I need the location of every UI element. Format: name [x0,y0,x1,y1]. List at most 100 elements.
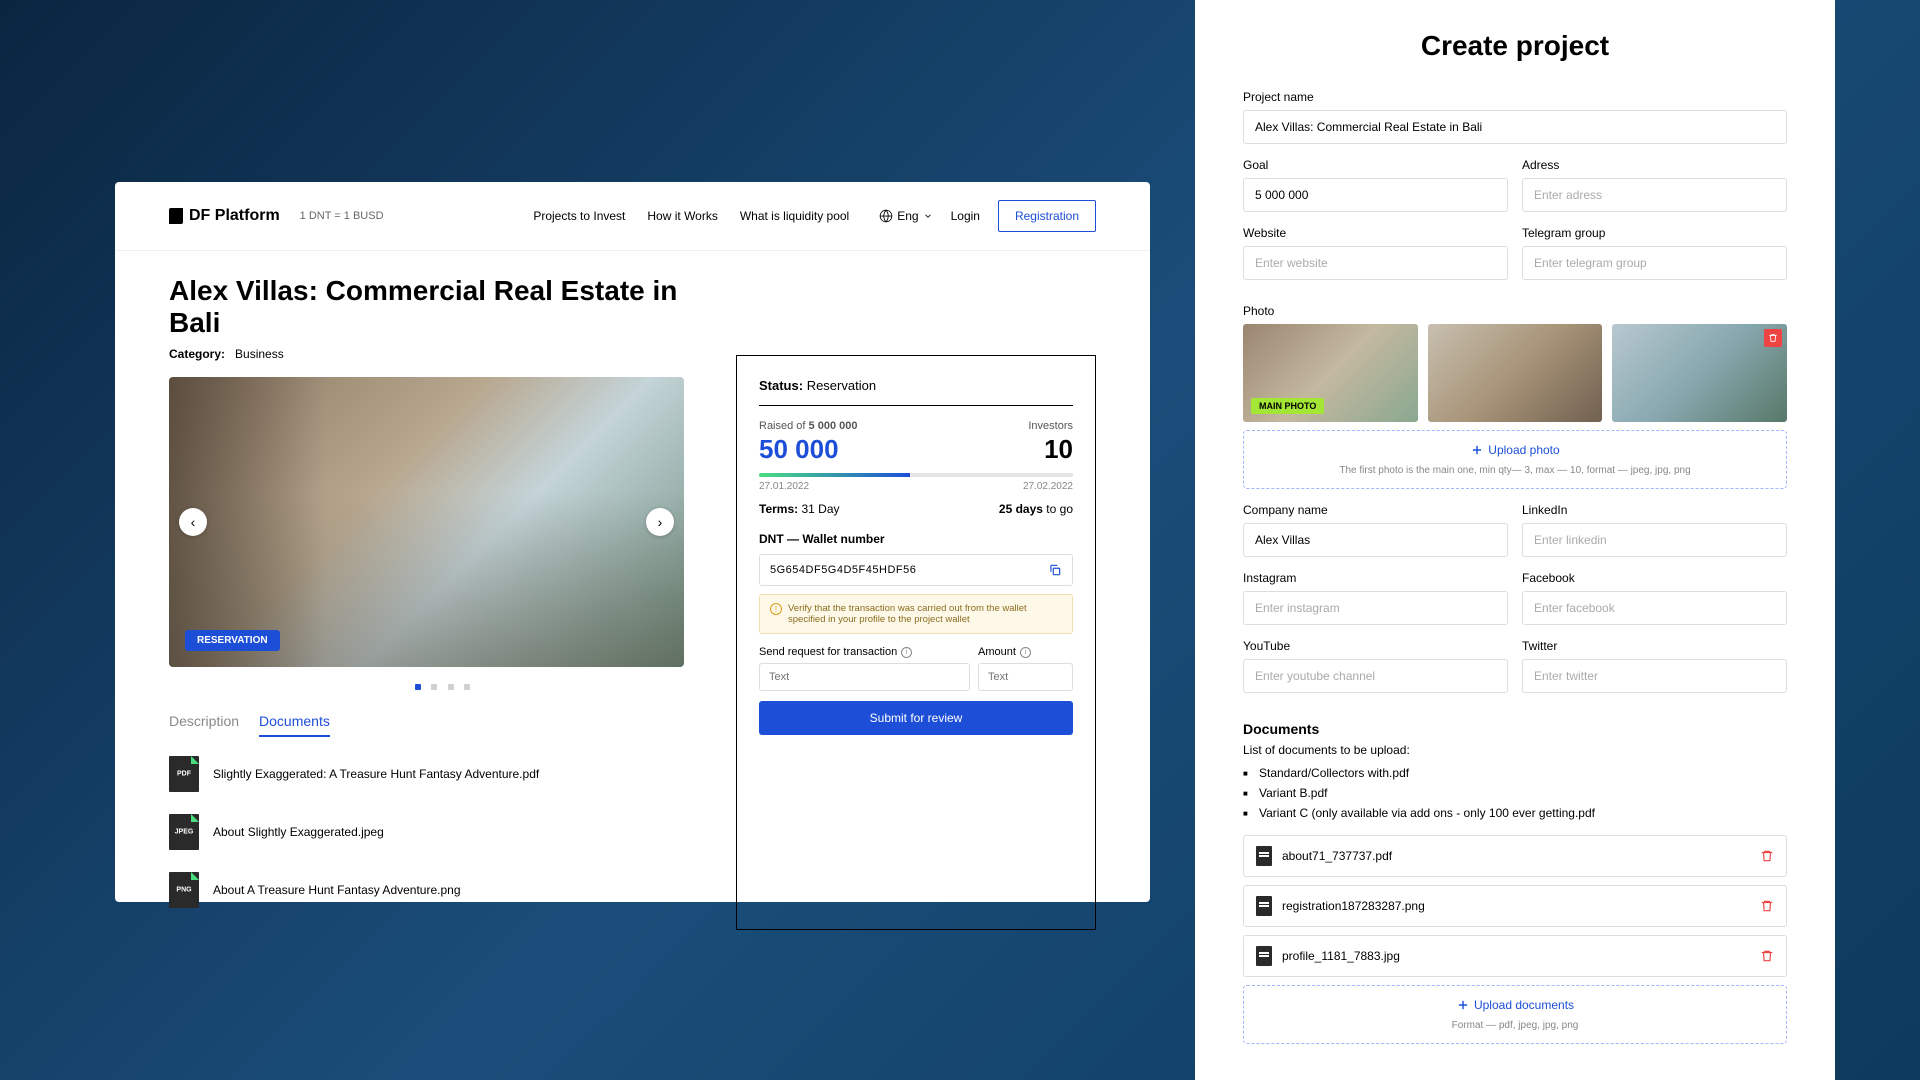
company-name-label: Company name [1243,503,1508,517]
submit-review-button[interactable]: Submit for review [759,701,1073,735]
amount-input[interactable] [978,663,1073,691]
terms-row: Terms: 31 Day 25 days to go [759,502,1073,516]
wallet-label: DNT — Wallet number [759,532,1073,546]
upload-documents-link[interactable]: Upload documents [1456,998,1574,1012]
linkedin-label: LinkedIn [1522,503,1787,517]
gallery-dot[interactable] [415,684,421,690]
website-input[interactable] [1243,246,1508,280]
photo-thumb-main[interactable]: MAIN PHOTO [1243,324,1418,422]
photo-thumb[interactable] [1428,324,1603,422]
gallery-dot[interactable] [431,684,437,690]
document-file-icon [1256,896,1272,916]
pdf-file-icon: PDF [169,756,199,792]
telegram-input[interactable] [1522,246,1787,280]
copy-icon[interactable] [1048,563,1062,577]
png-file-icon: PNG [169,872,199,908]
project-name-label: Project name [1243,90,1787,104]
twitter-label: Twitter [1522,639,1787,653]
website-group: Website [1243,226,1508,280]
dates-row: 27.01.2022 27.02.2022 [759,481,1073,492]
days-left: 25 days to go [999,502,1073,516]
delete-document-button[interactable] [1760,849,1774,863]
project-name-group: Project name [1243,90,1787,144]
status-value: Reservation [807,378,876,393]
company-name-input[interactable] [1243,523,1508,557]
language-label: Eng [897,209,918,223]
address-group: Adress [1522,158,1787,212]
reservation-badge: RESERVATION [185,630,280,651]
nav-projects[interactable]: Projects to Invest [533,209,625,223]
info-icon[interactable]: i [901,647,912,658]
navbar: DF Platform 1 DNT = 1 BUSD Projects to I… [115,182,1150,251]
facebook-input[interactable] [1522,591,1787,625]
document-file-name: about71_737737.pdf [1282,849,1750,863]
investors-label: Investors [1028,420,1073,432]
youtube-input[interactable] [1243,659,1508,693]
gallery-dot[interactable] [464,684,470,690]
upload-documents-hint: Format — pdf, jpeg, jpg, png [1256,1020,1774,1031]
project-name-input[interactable] [1243,110,1787,144]
document-file-name: profile_1181_7883.jpg [1282,949,1750,963]
project-category: Category: Business [169,347,716,361]
upload-photo-link[interactable]: Upload photo [1470,443,1559,457]
category-label: Category: [169,347,225,361]
tab-description[interactable]: Description [169,713,239,737]
upload-photo-zone[interactable]: Upload photo The first photo is the main… [1243,430,1787,489]
gallery-dot[interactable] [448,684,454,690]
linkedin-input[interactable] [1522,523,1787,557]
goal-label: Goal [1243,158,1508,172]
document-item[interactable]: PNG About A Treasure Hunt Fantasy Advent… [169,872,716,908]
documents-title: Documents [1243,721,1787,737]
delete-document-button[interactable] [1760,899,1774,913]
verify-notice: ! Verify that the transaction was carrie… [759,594,1073,634]
tabs: Description Documents [169,713,716,738]
delete-document-button[interactable] [1760,949,1774,963]
login-link[interactable]: Login [951,209,980,223]
twitter-input[interactable] [1522,659,1787,693]
document-file-name: registration187283287.png [1282,899,1750,913]
photo-gallery: ‹ › RESERVATION [169,377,684,667]
instagram-input[interactable] [1243,591,1508,625]
documents-subtitle: List of documents to be upload: [1243,743,1787,757]
document-list: PDF Slightly Exaggerated: A Treasure Hun… [169,756,716,908]
required-doc-item: Standard/Collectors with.pdf [1243,763,1787,783]
document-item[interactable]: JPEG About Slightly Exaggerated.jpeg [169,814,716,850]
logo-text: DF Platform [189,207,280,225]
project-content: Alex Villas: Commercial Real Estate in B… [115,251,1150,954]
document-name: About A Treasure Hunt Fantasy Adventure.… [213,883,461,897]
page-title: Alex Villas: Commercial Real Estate in B… [169,275,716,339]
main-photo-badge: MAIN PHOTO [1251,398,1324,414]
date-end: 27.02.2022 [1023,481,1073,492]
linkedin-group: LinkedIn [1522,503,1787,557]
address-label: Adress [1522,158,1787,172]
delete-photo-button[interactable] [1764,329,1782,347]
photo-thumb[interactable] [1612,324,1787,422]
nav-liquidity-pool[interactable]: What is liquidity pool [740,209,849,223]
gallery-prev-button[interactable]: ‹ [179,508,207,536]
document-item[interactable]: PDF Slightly Exaggerated: A Treasure Hun… [169,756,716,792]
facebook-group: Facebook [1522,571,1787,625]
goal-input[interactable] [1243,178,1508,212]
youtube-group: YouTube [1243,639,1508,693]
plus-icon [1456,998,1470,1012]
project-main-column: Alex Villas: Commercial Real Estate in B… [169,275,716,930]
nav-links: Projects to Invest How it Works What is … [533,209,849,223]
logo[interactable]: DF Platform [169,207,280,225]
status-card: Status: Reservation Raised of 5 000 000 … [736,355,1096,930]
globe-icon [879,209,893,223]
required-doc-item: Variant C (only available via add ons - … [1243,803,1787,823]
info-icon[interactable]: i [1020,647,1031,658]
gallery-next-button[interactable]: › [646,508,674,536]
address-input[interactable] [1522,178,1787,212]
registration-button[interactable]: Registration [998,200,1096,232]
language-selector[interactable]: Eng [879,209,932,223]
logo-icon [169,208,183,224]
twitter-group: Twitter [1522,639,1787,693]
documents-required-list: Standard/Collectors with.pdf Variant B.p… [1243,763,1787,823]
tab-documents[interactable]: Documents [259,713,330,737]
transaction-input[interactable] [759,663,970,691]
required-doc-item: Variant B.pdf [1243,783,1787,803]
upload-documents-zone[interactable]: Upload documents Format — pdf, jpeg, jpg… [1243,985,1787,1044]
upload-photo-hint: The first photo is the main one, min qty… [1256,465,1774,476]
nav-how-it-works[interactable]: How it Works [647,209,717,223]
